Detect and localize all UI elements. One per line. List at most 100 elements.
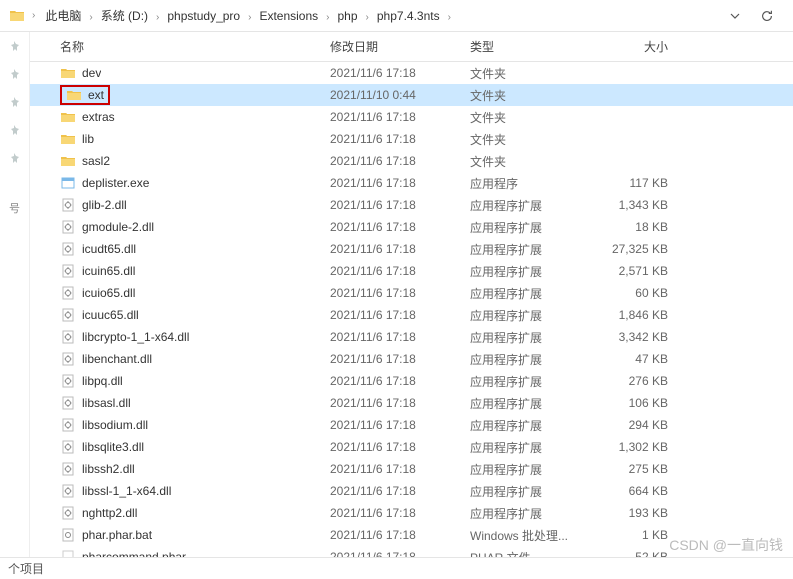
file-row[interactable]: gmodule-2.dll2021/11/6 17:18应用程序扩展18 KB: [30, 216, 793, 238]
file-name-cell[interactable]: libssl-1_1-x64.dll: [60, 483, 330, 499]
file-row[interactable]: sasl22021/11/6 17:18文件夹: [30, 150, 793, 172]
dll-icon: [60, 505, 76, 521]
file-type: 应用程序扩展: [470, 483, 600, 500]
file-name-cell[interactable]: dev: [60, 65, 330, 81]
file-row[interactable]: libcrypto-1_1-x64.dll2021/11/6 17:18应用程序…: [30, 326, 793, 348]
col-date[interactable]: 修改日期: [330, 38, 470, 55]
file-row[interactable]: deplister.exe2021/11/6 17:18应用程序117 KB: [30, 172, 793, 194]
file-name-cell[interactable]: nghttp2.dll: [60, 505, 330, 521]
file-row[interactable]: dev2021/11/6 17:18文件夹: [30, 62, 793, 84]
file-size: 276 KB: [600, 374, 680, 388]
file-row[interactable]: icuio65.dll2021/11/6 17:18应用程序扩展60 KB: [30, 282, 793, 304]
file-name-cell[interactable]: lib: [60, 131, 330, 147]
folder-icon: [60, 65, 76, 81]
chevron-right-icon[interactable]: ›: [244, 12, 255, 23]
file-name-cell[interactable]: libsodium.dll: [60, 417, 330, 433]
column-headers[interactable]: 名称 修改日期 类型 大小: [30, 32, 793, 62]
file-name-cell[interactable]: libpq.dll: [60, 373, 330, 389]
sidebar-label: 号: [9, 200, 20, 216]
file-name-cell[interactable]: icuuc65.dll: [60, 307, 330, 323]
file-row[interactable]: nghttp2.dll2021/11/6 17:18应用程序扩展193 KB: [30, 502, 793, 524]
file-row[interactable]: icudt65.dll2021/11/6 17:18应用程序扩展27,325 K…: [30, 238, 793, 260]
file-size: 664 KB: [600, 484, 680, 498]
chevron-right-icon[interactable]: ›: [85, 12, 96, 23]
file-type: 应用程序扩展: [470, 307, 600, 324]
file-name: libsasl.dll: [82, 396, 131, 410]
file-icon: [60, 549, 76, 557]
file-row[interactable]: extras2021/11/6 17:18文件夹: [30, 106, 793, 128]
breadcrumb[interactable]: › 此电脑›系统 (D:)›phpstudy_pro›Extensions›ph…: [0, 0, 793, 32]
col-type[interactable]: 类型: [470, 38, 600, 55]
chevron-right-icon[interactable]: ›: [444, 12, 455, 23]
file-row[interactable]: libsqlite3.dll2021/11/6 17:18应用程序扩展1,302…: [30, 436, 793, 458]
breadcrumb-item[interactable]: Extensions: [255, 7, 322, 25]
breadcrumb-item[interactable]: php: [334, 7, 362, 25]
file-type: 应用程序扩展: [470, 351, 600, 368]
file-row[interactable]: ext2021/11/10 0:44文件夹: [30, 84, 793, 106]
chevron-right-icon[interactable]: ›: [28, 10, 39, 21]
file-type: 文件夹: [470, 131, 600, 148]
chevron-right-icon[interactable]: ›: [322, 12, 333, 23]
dll-icon: [60, 241, 76, 257]
file-name-cell[interactable]: gmodule-2.dll: [60, 219, 330, 235]
file-row[interactable]: icuin65.dll2021/11/6 17:18应用程序扩展2,571 KB: [30, 260, 793, 282]
file-row[interactable]: glib-2.dll2021/11/6 17:18应用程序扩展1,343 KB: [30, 194, 793, 216]
breadcrumb-item[interactable]: phpstudy_pro: [163, 7, 244, 25]
pin-icon: [8, 152, 22, 166]
file-type: 应用程序扩展: [470, 505, 600, 522]
file-row[interactable]: icuuc65.dll2021/11/6 17:18应用程序扩展1,846 KB: [30, 304, 793, 326]
file-name-cell[interactable]: phar.phar.bat: [60, 527, 330, 543]
dll-icon: [60, 461, 76, 477]
file-name: libssl-1_1-x64.dll: [82, 484, 171, 498]
file-name-cell[interactable]: icuio65.dll: [60, 285, 330, 301]
dll-icon: [60, 197, 76, 213]
chevron-right-icon[interactable]: ›: [362, 12, 373, 23]
file-row[interactable]: libpq.dll2021/11/6 17:18应用程序扩展276 KB: [30, 370, 793, 392]
file-name: dev: [82, 66, 101, 80]
col-name[interactable]: 名称: [60, 38, 330, 55]
col-size[interactable]: 大小: [600, 38, 680, 55]
file-list[interactable]: dev2021/11/6 17:18文件夹ext2021/11/10 0:44文…: [30, 62, 793, 557]
file-type: 应用程序扩展: [470, 197, 600, 214]
file-row[interactable]: phar.phar.bat2021/11/6 17:18Windows 批处理.…: [30, 524, 793, 546]
history-dropdown[interactable]: [725, 6, 745, 26]
refresh-button[interactable]: [757, 6, 777, 26]
file-name-cell[interactable]: ext: [60, 85, 330, 105]
breadcrumb-item[interactable]: 此电脑: [41, 7, 85, 25]
dll-icon: [60, 483, 76, 499]
file-name-cell[interactable]: icuin65.dll: [60, 263, 330, 279]
file-type: 应用程序扩展: [470, 439, 600, 456]
file-name-cell[interactable]: libenchant.dll: [60, 351, 330, 367]
file-row[interactable]: libssh2.dll2021/11/6 17:18应用程序扩展275 KB: [30, 458, 793, 480]
file-name-cell[interactable]: pharcommand.phar: [60, 549, 330, 557]
breadcrumb-item[interactable]: php7.4.3nts: [373, 7, 444, 25]
file-name-cell[interactable]: libcrypto-1_1-x64.dll: [60, 329, 330, 345]
file-date: 2021/11/6 17:18: [330, 264, 470, 278]
file-row[interactable]: libenchant.dll2021/11/6 17:18应用程序扩展47 KB: [30, 348, 793, 370]
file-name-cell[interactable]: extras: [60, 109, 330, 125]
file-name: gmodule-2.dll: [82, 220, 154, 234]
file-row[interactable]: libssl-1_1-x64.dll2021/11/6 17:18应用程序扩展6…: [30, 480, 793, 502]
file-name-cell[interactable]: deplister.exe: [60, 175, 330, 191]
file-name: libsqlite3.dll: [82, 440, 144, 454]
file-row[interactable]: pharcommand.phar2021/11/6 17:18PHAR 文件52…: [30, 546, 793, 557]
file-date: 2021/11/10 0:44: [330, 88, 470, 102]
file-name-cell[interactable]: sasl2: [60, 153, 330, 169]
file-name-cell[interactable]: libsasl.dll: [60, 395, 330, 411]
file-row[interactable]: lib2021/11/6 17:18文件夹: [30, 128, 793, 150]
file-date: 2021/11/6 17:18: [330, 462, 470, 476]
file-name-cell[interactable]: libsqlite3.dll: [60, 439, 330, 455]
statusbar: 个项目: [0, 557, 793, 579]
file-size: 47 KB: [600, 352, 680, 366]
file-row[interactable]: libsodium.dll2021/11/6 17:18应用程序扩展294 KB: [30, 414, 793, 436]
file-name-cell[interactable]: libssh2.dll: [60, 461, 330, 477]
file-name-cell[interactable]: icudt65.dll: [60, 241, 330, 257]
file-date: 2021/11/6 17:18: [330, 110, 470, 124]
file-name: icuin65.dll: [82, 264, 135, 278]
file-row[interactable]: libsasl.dll2021/11/6 17:18应用程序扩展106 KB: [30, 392, 793, 414]
breadcrumb-item[interactable]: 系统 (D:): [97, 7, 152, 25]
file-type: 文件夹: [470, 65, 600, 82]
chevron-right-icon[interactable]: ›: [152, 12, 163, 23]
file-name-cell[interactable]: glib-2.dll: [60, 197, 330, 213]
file-date: 2021/11/6 17:18: [330, 286, 470, 300]
